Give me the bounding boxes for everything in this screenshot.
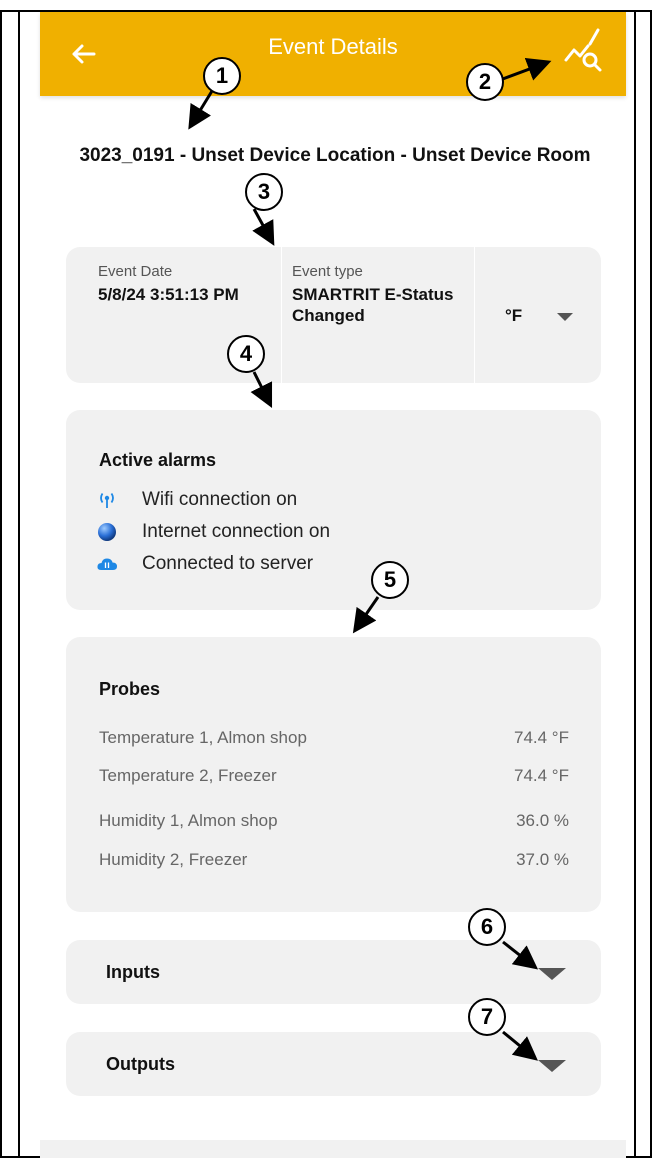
alarm-label: Connected to server [142, 553, 314, 574]
graph-search-button[interactable] [560, 26, 610, 76]
probe-row: Temperature 2, Freezer 74.4 °F [99, 766, 569, 790]
probe-row: Humidity 1, Almon shop 36.0 % [99, 811, 569, 835]
inputs-title: Inputs [106, 962, 160, 982]
probe-value: 74.4 °F [514, 728, 569, 747]
cloud-sync-icon [96, 553, 118, 575]
probe-name: Temperature 1, Almon shop [99, 728, 307, 747]
outputs-title: Outputs [106, 1054, 175, 1074]
probe-row: Temperature 1, Almon shop 74.4 °F [99, 728, 569, 752]
alarm-label: Internet connection on [142, 521, 331, 542]
alarm-item-wifi: Wifi connection on [96, 488, 297, 512]
globe-icon [96, 521, 118, 543]
probe-value: 74.4 °F [514, 766, 569, 785]
device-title: 3023_0191 - Unset Device Location - Unse… [79, 145, 591, 166]
event-type-value: SMARTRIT E-Status Changed [292, 285, 454, 325]
outputs-section-toggle[interactable]: Outputs [66, 1032, 601, 1096]
probe-row: Humidity 2, Freezer 37.0 % [99, 850, 569, 874]
chevron-down-icon [557, 313, 573, 321]
callout-badge: 1 [203, 57, 241, 95]
top-strip [0, 0, 652, 12]
page-title: Event Details [268, 34, 398, 59]
event-type-section: Event type SMARTRIT E-Status Changed [281, 247, 474, 383]
unit-dropdown[interactable]: °F [505, 304, 595, 330]
callout-badge: 3 [245, 173, 283, 211]
event-type-label: Event type [292, 263, 363, 280]
alarm-item-server: Connected to server [96, 552, 313, 576]
event-date-value: 5/8/24 3:51:13 PM [98, 285, 239, 304]
event-summary-card: Event Date 5/8/24 3:51:13 PM Event type … [66, 247, 601, 383]
event-date-label: Event Date [98, 263, 173, 280]
callout-badge: 6 [468, 908, 506, 946]
app-bar: Event Details [40, 12, 626, 96]
wifi-icon [96, 489, 118, 511]
callout-badge: 2 [466, 63, 504, 101]
left-border [18, 12, 20, 1158]
active-alarms-title: Active alarms [99, 450, 217, 470]
chevron-down-icon [538, 1060, 566, 1072]
probe-name: Humidity 2, Freezer [99, 850, 248, 869]
right-border [634, 12, 636, 1158]
probe-name: Humidity 1, Almon shop [99, 811, 278, 830]
probe-value: 37.0 % [516, 850, 569, 869]
probe-name: Temperature 2, Freezer [99, 766, 277, 785]
chevron-down-icon [538, 968, 566, 980]
probe-value: 36.0 % [516, 811, 569, 830]
probes-card: Probes Temperature 1, Almon shop 74.4 °F… [66, 637, 601, 912]
alarm-item-internet: Internet connection on [96, 520, 330, 544]
bottom-bar [40, 1140, 626, 1158]
inputs-section-toggle[interactable]: Inputs [66, 940, 601, 1004]
callout-badge: 7 [468, 998, 506, 1036]
unit-section: °F [474, 247, 601, 383]
alarm-label: Wifi connection on [142, 489, 298, 510]
probes-title: Probes [99, 679, 161, 699]
graph-search-icon [564, 28, 602, 72]
callout-badge: 4 [227, 335, 265, 373]
callout-badge: 5 [371, 561, 409, 599]
unit-value: °F [505, 306, 523, 325]
active-alarms-card: Active alarms Wifi connection on Interne… [66, 410, 601, 610]
